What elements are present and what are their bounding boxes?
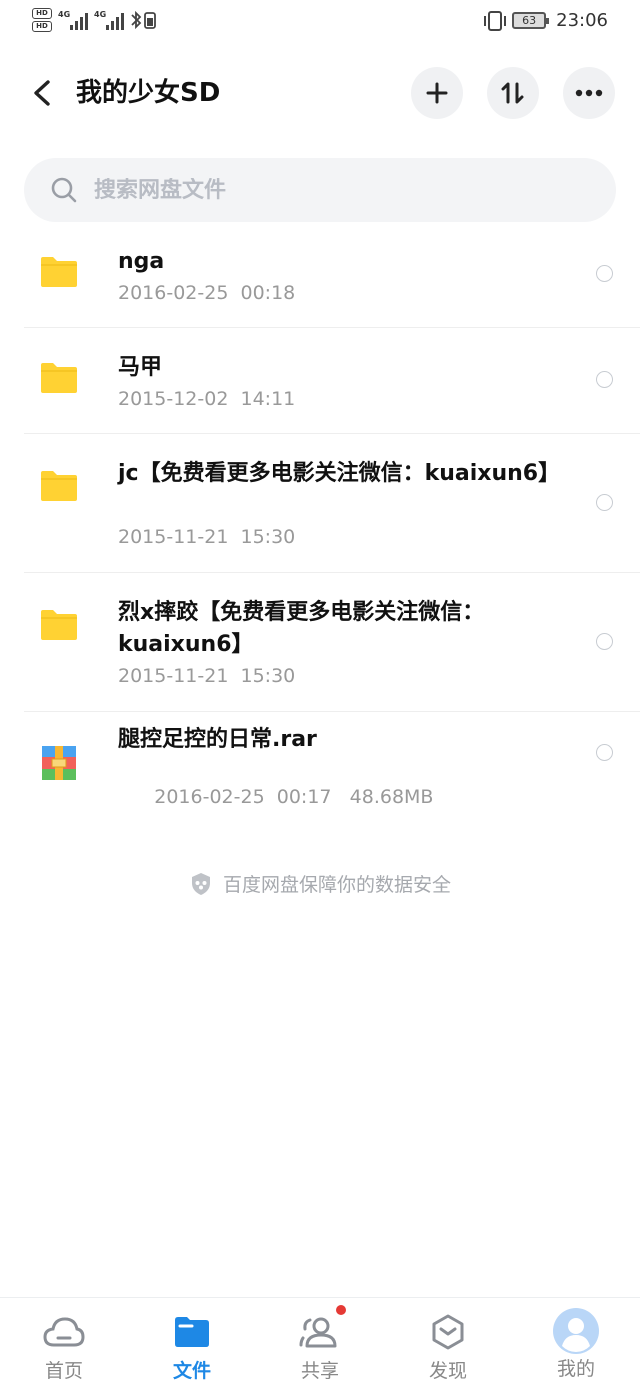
tab-label: 首页	[44, 1360, 83, 1382]
file-date: 2015-12-02 14:11	[118, 388, 296, 410]
file-date: 2015-11-21 15:30	[118, 665, 296, 687]
discover-icon	[426, 1312, 470, 1352]
signal-icon: 4G	[58, 10, 88, 30]
vibrate-icon	[484, 10, 507, 31]
tab-label: 发现	[428, 1360, 467, 1382]
sort-icon	[501, 82, 524, 104]
folder-icon	[41, 363, 77, 393]
tab-files[interactable]: 文件	[128, 1298, 256, 1386]
hd-icon: HD HD	[32, 8, 52, 32]
file-item-folder[interactable]: jc【免费看更多电影关注微信：kuaixun6】 2015-11-21 15:3…	[0, 434, 640, 573]
people-icon	[298, 1312, 342, 1352]
file-date: 2015-11-21 15:30	[118, 526, 296, 548]
bluetooth-battery-icon	[131, 10, 156, 30]
tab-share[interactable]: 共享	[256, 1298, 384, 1386]
tab-me[interactable]: 我的	[512, 1298, 640, 1386]
folder-icon	[170, 1312, 214, 1352]
file-name: jc【免费看更多电影关注微信：kuaixun6】	[118, 461, 561, 486]
safety-note: 百度网盘保障你的数据安全	[0, 870, 640, 897]
file-name: 烈x摔跤【免费看更多电影关注微信：kuaixun6】	[118, 600, 485, 657]
file-size: 48.68MB	[349, 786, 434, 808]
file-meta: 2016-02-25 00:17 48.68MB	[118, 758, 433, 836]
file-name: 马甲	[118, 355, 163, 380]
folder-icon	[41, 471, 77, 501]
tab-home[interactable]: 首页	[0, 1298, 128, 1386]
tab-label: 我的	[556, 1358, 595, 1380]
status-left: HD HD 4G 4G	[32, 8, 158, 32]
file-item-rar[interactable]: 腿控足控的日常.rar 2016-02-25 00:17 48.68MB	[0, 712, 640, 818]
tab-discover[interactable]: 发现	[384, 1298, 512, 1386]
status-right: 63 23:06	[484, 10, 608, 31]
sort-button[interactable]	[487, 67, 539, 119]
select-radio[interactable]	[596, 371, 613, 388]
more-button[interactable]	[563, 67, 615, 119]
clock: 23:06	[556, 10, 608, 31]
file-name: nga	[118, 249, 165, 274]
more-icon	[575, 89, 603, 97]
shield-icon	[191, 872, 210, 895]
select-radio[interactable]	[596, 633, 613, 650]
battery-icon: 63	[512, 12, 550, 29]
search-icon	[51, 177, 77, 203]
plus-icon	[426, 82, 448, 104]
file-item-folder[interactable]: 马甲 2015-12-02 14:11	[0, 328, 640, 434]
tab-label: 共享	[300, 1360, 339, 1382]
folder-icon	[41, 610, 77, 640]
file-date: 2016-02-25 00:17	[154, 786, 332, 808]
file-item-folder[interactable]: 烈x摔跤【免费看更多电影关注微信：kuaixun6】 2015-11-21 15…	[0, 573, 640, 712]
select-radio[interactable]	[596, 744, 613, 761]
back-icon[interactable]	[28, 76, 58, 110]
signal-icon-2: 4G	[94, 10, 124, 30]
file-date: 2016-02-25 00:18	[118, 282, 296, 304]
page-title: 我的少女SD	[76, 78, 221, 108]
archive-icon	[42, 746, 76, 780]
search-input[interactable]	[94, 177, 554, 203]
file-name: 腿控足控的日常.rar	[118, 727, 317, 752]
avatar-icon	[553, 1308, 599, 1354]
status-bar: HD HD 4G 4G 63 23:06	[0, 0, 640, 44]
select-radio[interactable]	[596, 265, 613, 282]
tab-bar: 首页 文件 共享 发现 我的	[0, 1297, 640, 1386]
file-list: nga 2016-02-25 00:18 马甲 2015-12-02 14:11…	[0, 222, 640, 818]
file-item-folder[interactable]: nga 2016-02-25 00:18	[0, 222, 640, 328]
safety-text: 百度网盘保障你的数据安全	[222, 874, 451, 896]
add-button[interactable]	[411, 67, 463, 119]
notification-badge	[336, 1305, 346, 1315]
tab-label: 文件	[172, 1360, 211, 1382]
header: 我的少女SD	[0, 60, 640, 126]
cloud-icon	[42, 1312, 86, 1352]
folder-icon	[41, 257, 77, 287]
select-radio[interactable]	[596, 494, 613, 511]
search-bar[interactable]	[24, 158, 616, 222]
